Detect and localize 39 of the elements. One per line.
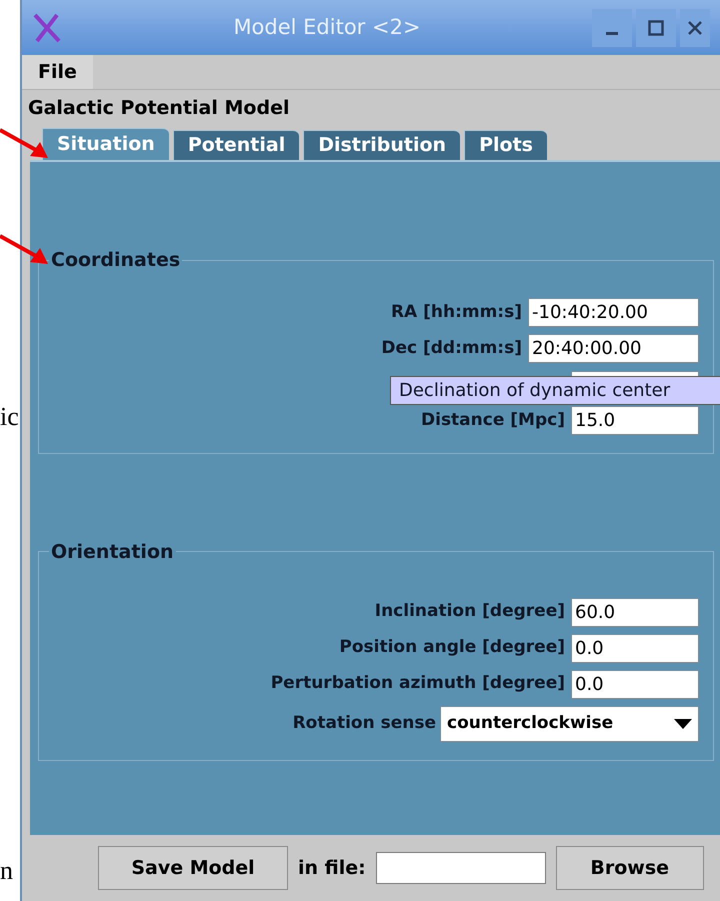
field-label: in file: (298, 856, 366, 881)
input-field[interactable]: 0.0 (571, 634, 699, 662)
field-label: Perturbation azimuth [degree] (270, 672, 565, 696)
input-field[interactable] (376, 852, 546, 884)
input-field[interactable]: 15.0 (571, 406, 699, 435)
close-button[interactable] (680, 8, 710, 46)
input-field[interactable]: 0.0 (571, 670, 699, 698)
tab[interactable]: Distribution (303, 130, 460, 160)
field-label: Position angle [degree] (339, 636, 565, 660)
save-model-button[interactable]: Save Model (98, 846, 288, 890)
close-icon (687, 20, 703, 36)
input-field[interactable]: -10:40:20.00 (528, 298, 699, 327)
minimize-icon (606, 32, 618, 35)
x-logo-icon (32, 12, 62, 42)
field-label: Inclination [degree] (374, 600, 565, 624)
margin-text: n (0, 858, 14, 884)
field-label: Distance [Mpc] (421, 408, 565, 432)
window-title: Model Editor <2> (232, 14, 422, 41)
group-title: Coordinates (50, 248, 182, 273)
maximize-icon (648, 20, 664, 36)
input-field[interactable]: 20:40:00.00 (528, 334, 699, 363)
field-label: Dec [dd:mm:s] (381, 336, 522, 360)
panel-heading: Galactic Potential Model (28, 96, 290, 121)
caret-icon (674, 719, 692, 729)
margin-text: ic (0, 404, 20, 430)
field-label: Rotation sense (292, 712, 436, 736)
field-label: RA [hh:mm:s] (390, 300, 522, 324)
browse-button[interactable]: Browse (556, 846, 704, 890)
dropdown[interactable]: counterclockwise (440, 706, 699, 742)
minimize-button[interactable] (592, 8, 632, 46)
tooltip: Declination of dynamic center (390, 376, 720, 405)
menu-item[interactable]: File (22, 55, 93, 89)
arrow-icon (0, 234, 50, 266)
maximize-button[interactable] (636, 8, 676, 46)
arrow-icon (0, 128, 50, 160)
group-title: Orientation (50, 540, 175, 564)
input-field[interactable]: 60.0 (571, 598, 699, 626)
tab[interactable]: Potential (172, 130, 300, 160)
tab[interactable]: Plots (464, 130, 547, 160)
